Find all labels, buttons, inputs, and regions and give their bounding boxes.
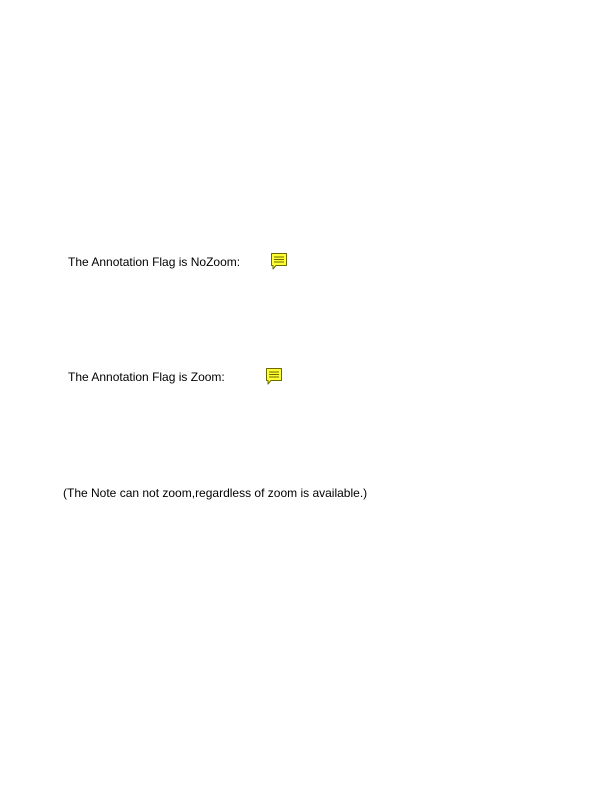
pdf-page: The Annotation Flag is NoZoom: The Annot… (0, 0, 612, 792)
annotation-flag-zoom-label: The Annotation Flag is Zoom: (68, 370, 225, 384)
comment-note-icon[interactable] (270, 252, 288, 271)
annotation-flag-nozoom-label: The Annotation Flag is NoZoom: (68, 255, 241, 269)
note-zoom-explanation: (The Note can not zoom,regardless of zoo… (63, 486, 368, 500)
comment-note-icon[interactable] (265, 367, 283, 386)
